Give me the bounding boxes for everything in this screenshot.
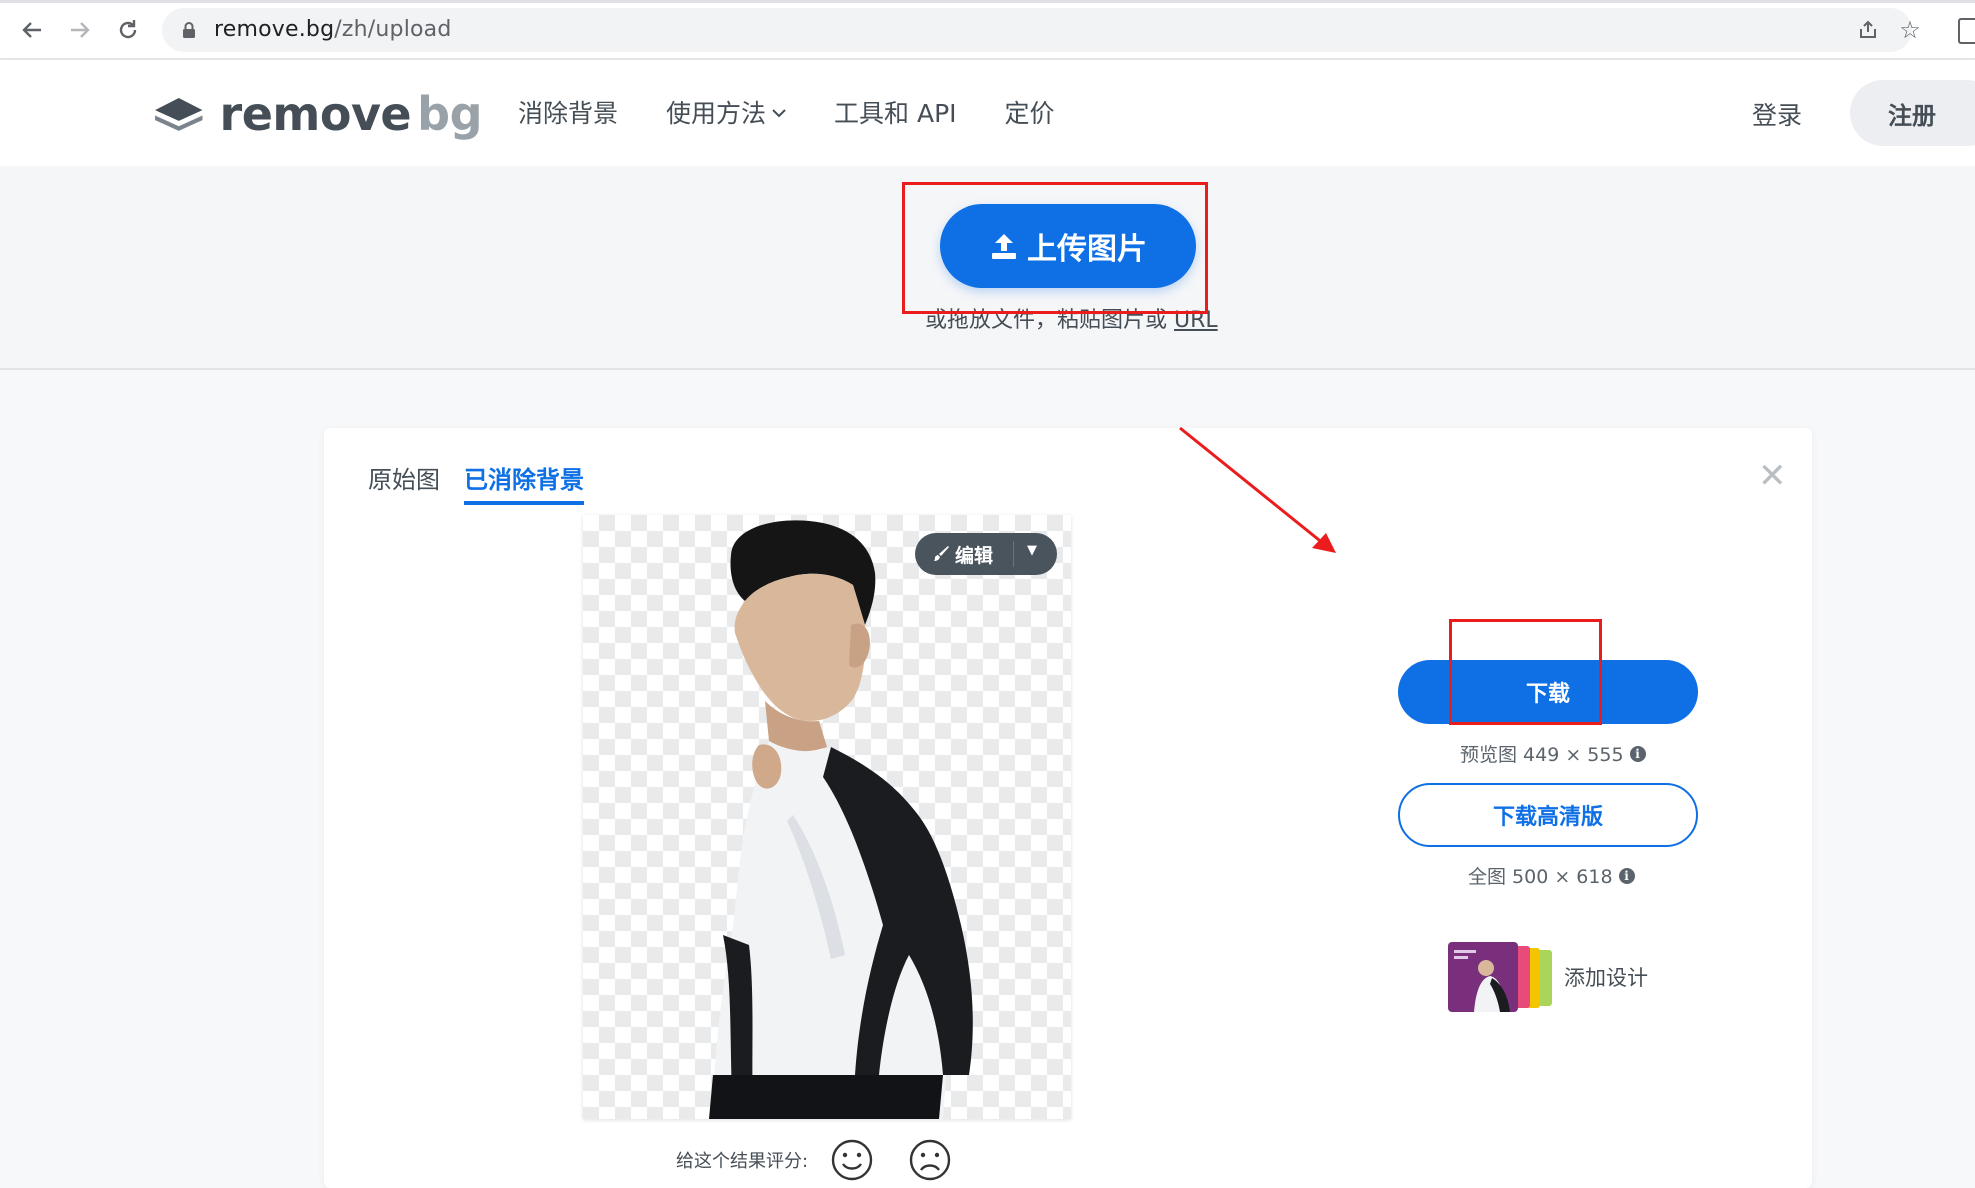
result-tabs: 原始图 已消除背景: [368, 460, 608, 505]
annotation-box-download: [1449, 619, 1602, 725]
site-header: remove bg 消除背景 使用方法 工具和 API 定价 登录 注册: [0, 60, 1975, 166]
share-icon[interactable]: [1854, 16, 1882, 44]
chevron-down-icon: [772, 103, 786, 122]
login-link[interactable]: 登录: [1752, 96, 1802, 132]
star-icon[interactable]: ☆: [1896, 16, 1924, 44]
download-hd-button[interactable]: 下载高清版: [1398, 783, 1698, 847]
annotation-box-upload: [902, 182, 1208, 314]
close-icon[interactable]: ✕: [1758, 456, 1787, 496]
nav-how-to-use[interactable]: 使用方法: [666, 94, 786, 130]
logo-text: remove bg: [219, 87, 483, 141]
logo-word: remove: [219, 87, 412, 141]
rating-label: 给这个结果评分:: [676, 1151, 809, 1172]
nav-label: 工具和 API: [834, 99, 957, 128]
nav-pricing[interactable]: 定价: [1005, 94, 1055, 130]
preview-resolution-text: 预览图 449 × 555: [1460, 744, 1624, 766]
info-icon[interactable]: i: [1629, 745, 1646, 762]
logo-suffix: bg: [417, 87, 482, 141]
full-resolution-text: 全图 500 × 618: [1468, 866, 1613, 888]
edit-label: 编辑: [955, 544, 994, 567]
tab-strip: [0, 0, 1975, 3]
edit-button[interactable]: 编辑 ▼: [915, 533, 1057, 575]
lock-icon: [183, 22, 195, 38]
full-resolution: 全图 500 × 618 i: [1468, 862, 1635, 889]
add-design-button[interactable]: 添加设计: [1446, 942, 1648, 1012]
side-panel-icon[interactable]: [1958, 18, 1975, 44]
back-icon[interactable]: [14, 12, 50, 48]
nav-remove-background[interactable]: 消除背景: [518, 94, 618, 130]
rating-bar: 给这个结果评分:: [676, 1138, 986, 1182]
tab-removed-background[interactable]: 已消除背景: [464, 460, 584, 505]
forward-icon[interactable]: [62, 12, 98, 48]
url-path: /zh/upload: [334, 17, 452, 42]
browser-toolbar: remove.bg/zh/upload ☆: [0, 0, 1975, 60]
main-nav: 消除背景 使用方法 工具和 API 定价: [518, 94, 1103, 130]
upload-zone[interactable]: 上传图片 或拖放文件，粘贴图片或 URL: [0, 166, 1975, 370]
portrait-cutout-image: [709, 520, 973, 1119]
design-templates-thumbnail: [1448, 942, 1552, 1012]
nav-tools-api[interactable]: 工具和 API: [834, 94, 957, 130]
result-card: 原始图 已消除背景 ✕ 编辑 ▼ 下载 预览图 449 × 555 i 下载高清…: [324, 428, 1812, 1188]
logo-mark-icon: [155, 97, 203, 131]
info-icon[interactable]: i: [1618, 867, 1635, 884]
caret-down-icon[interactable]: ▼: [1027, 543, 1037, 558]
tab-original[interactable]: 原始图: [368, 460, 440, 505]
happy-face-icon[interactable]: [830, 1138, 874, 1182]
reload-icon[interactable]: [110, 12, 146, 48]
add-design-label: 添加设计: [1564, 966, 1648, 990]
signup-button[interactable]: 注册: [1850, 80, 1975, 146]
url-text: remove.bg/zh/upload: [214, 17, 452, 42]
sad-face-icon[interactable]: [908, 1138, 952, 1182]
nav-label: 定价: [1004, 99, 1055, 128]
brush-icon: [934, 546, 949, 561]
preview-resolution: 预览图 449 × 555 i: [1460, 740, 1646, 767]
result-image: 编辑 ▼: [583, 515, 1071, 1119]
edit-divider: [1013, 541, 1014, 567]
nav-label: 使用方法: [666, 99, 767, 128]
nav-label: 消除背景: [518, 99, 619, 128]
url-host: remove.bg: [214, 17, 335, 42]
logo[interactable]: remove bg: [152, 87, 483, 141]
address-bar[interactable]: remove.bg/zh/upload ☆: [162, 8, 1921, 52]
